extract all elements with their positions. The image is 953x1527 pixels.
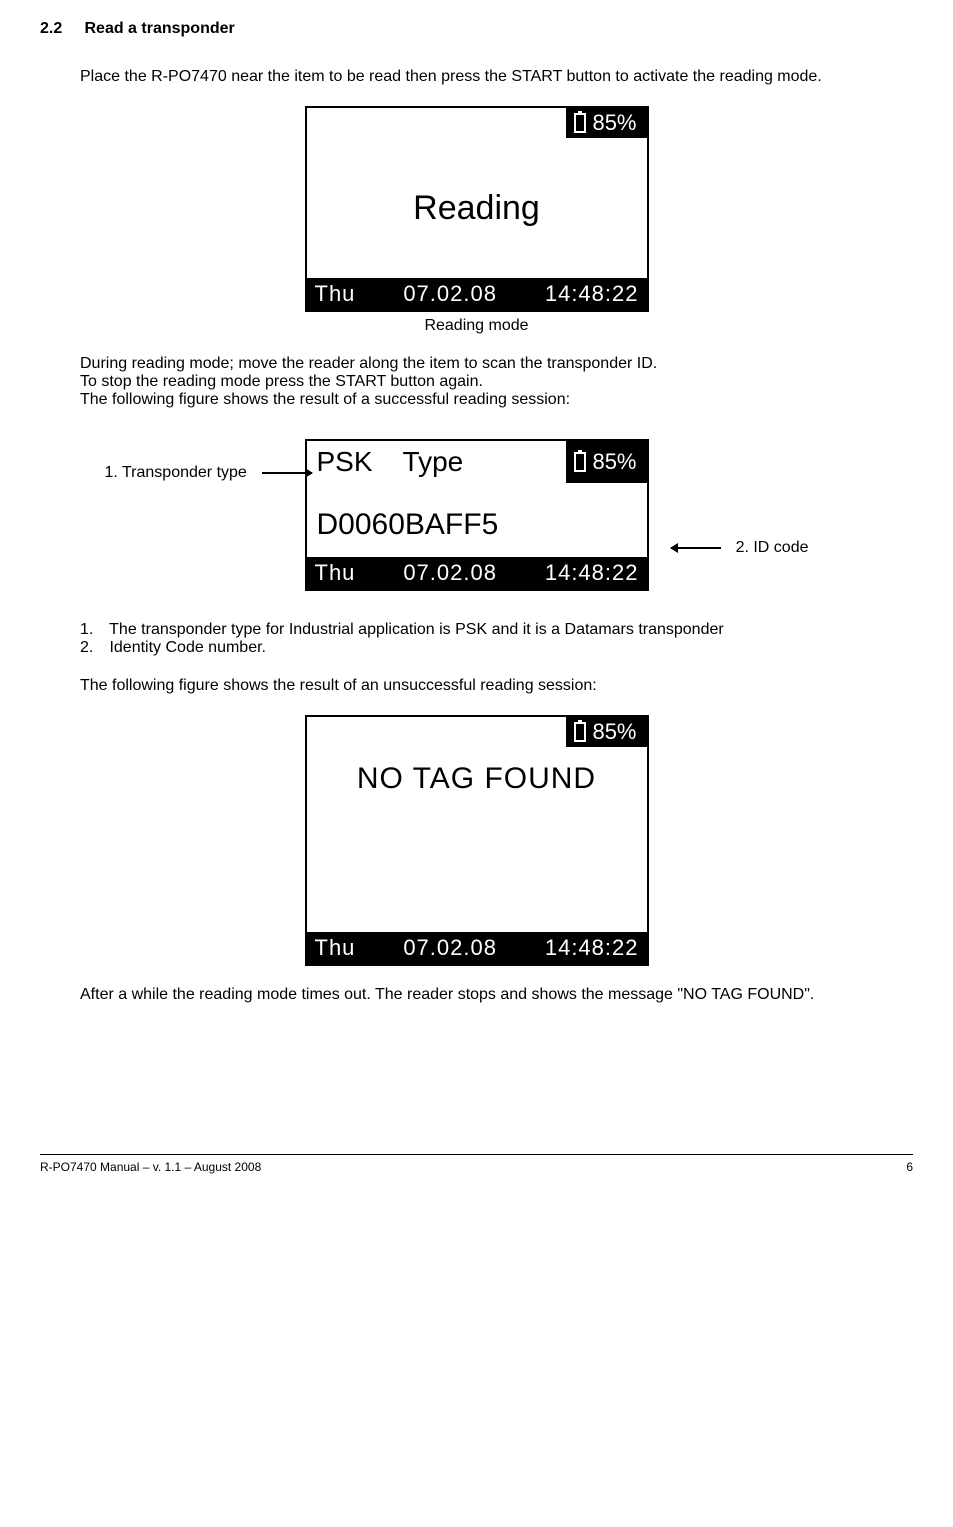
battery-percent: 85% (592, 110, 636, 136)
list-item-2: 2. Identity Code number. (80, 639, 913, 657)
list-text-1: The transponder type for Industrial appl… (109, 621, 724, 638)
para-intro: Place the R-PO7470 near the item to be r… (80, 68, 913, 86)
page-footer: R-PO7470 Manual – v. 1.1 – August 2008 6 (40, 1154, 913, 1174)
list-text-2: Identity Code number. (109, 639, 266, 656)
battery-icon (574, 113, 586, 133)
status-date: 07.02.08 (403, 935, 497, 961)
status-time: 14:48:22 (545, 281, 639, 307)
list-num-2: 2. (80, 639, 105, 657)
para-during-3: The following figure shows the result of… (80, 391, 913, 409)
footer-left: R-PO7470 Manual – v. 1.1 – August 2008 (40, 1160, 261, 1174)
lcd-id-code: D0060BAFF5 (317, 508, 499, 541)
figure-notag: 85% NO TAG FOUND Thu 07.02.08 14:48:22 (40, 715, 913, 966)
arrow-left-icon (671, 547, 721, 549)
footer-page-number: 6 (906, 1160, 913, 1174)
status-bar: Thu 07.02.08 14:48:22 (307, 557, 647, 589)
lcd-type: Type (403, 446, 464, 478)
battery-indicator: 85% (566, 108, 646, 138)
battery-indicator: 85% (566, 717, 646, 747)
para-unsuccessful: The following figure shows the result of… (80, 677, 913, 695)
battery-percent: 85% (592, 449, 636, 475)
figure-caption: Reading mode (424, 317, 528, 335)
status-date: 07.02.08 (403, 281, 497, 307)
battery-indicator: 85% (566, 441, 646, 483)
status-day: Thu (315, 281, 356, 307)
para-during-1: During reading mode; move the reader alo… (80, 355, 913, 373)
section-number: 2.2 (40, 20, 62, 37)
status-time: 14:48:22 (545, 560, 639, 586)
arrow-right-icon (262, 472, 312, 474)
section-heading: 2.2 Read a transponder (40, 20, 913, 38)
battery-icon (574, 452, 586, 472)
section-title-text: Read a transponder (84, 20, 234, 37)
battery-icon (574, 722, 586, 742)
para-during-2: To stop the reading mode press the START… (80, 373, 913, 391)
lcd-screen-3: 85% NO TAG FOUND Thu 07.02.08 14:48:22 (305, 715, 649, 966)
annotation-transponder-type: 1. Transponder type (105, 464, 247, 482)
status-date: 07.02.08 (403, 560, 497, 586)
status-bar: Thu 07.02.08 14:48:22 (307, 278, 647, 310)
para-timeout: After a while the reading mode times out… (80, 986, 913, 1004)
figure-reading-mode: 85% Reading Thu 07.02.08 14:48:22 Readin… (40, 106, 913, 335)
lcd-screen-1: 85% Reading Thu 07.02.08 14:48:22 (305, 106, 649, 312)
lcd-main-text: Reading (413, 189, 540, 228)
figure-success: 1. Transponder type PSK Type 85% D0060BA… (305, 439, 649, 591)
list-item-1: 1. The transponder type for Industrial a… (80, 621, 913, 639)
lcd-screen-2: PSK Type 85% D0060BAFF5 Thu 07.02.08 14:… (305, 439, 649, 591)
annotation-id-code: 2. ID code (736, 539, 809, 557)
status-day: Thu (315, 560, 356, 586)
status-day: Thu (315, 935, 356, 961)
lcd-psk: PSK (317, 446, 373, 478)
list-num-1: 1. (80, 621, 105, 639)
status-bar: Thu 07.02.08 14:48:22 (307, 932, 647, 964)
lcd-notag-text: NO TAG FOUND (357, 762, 596, 796)
status-time: 14:48:22 (545, 935, 639, 961)
battery-percent: 85% (592, 719, 636, 745)
